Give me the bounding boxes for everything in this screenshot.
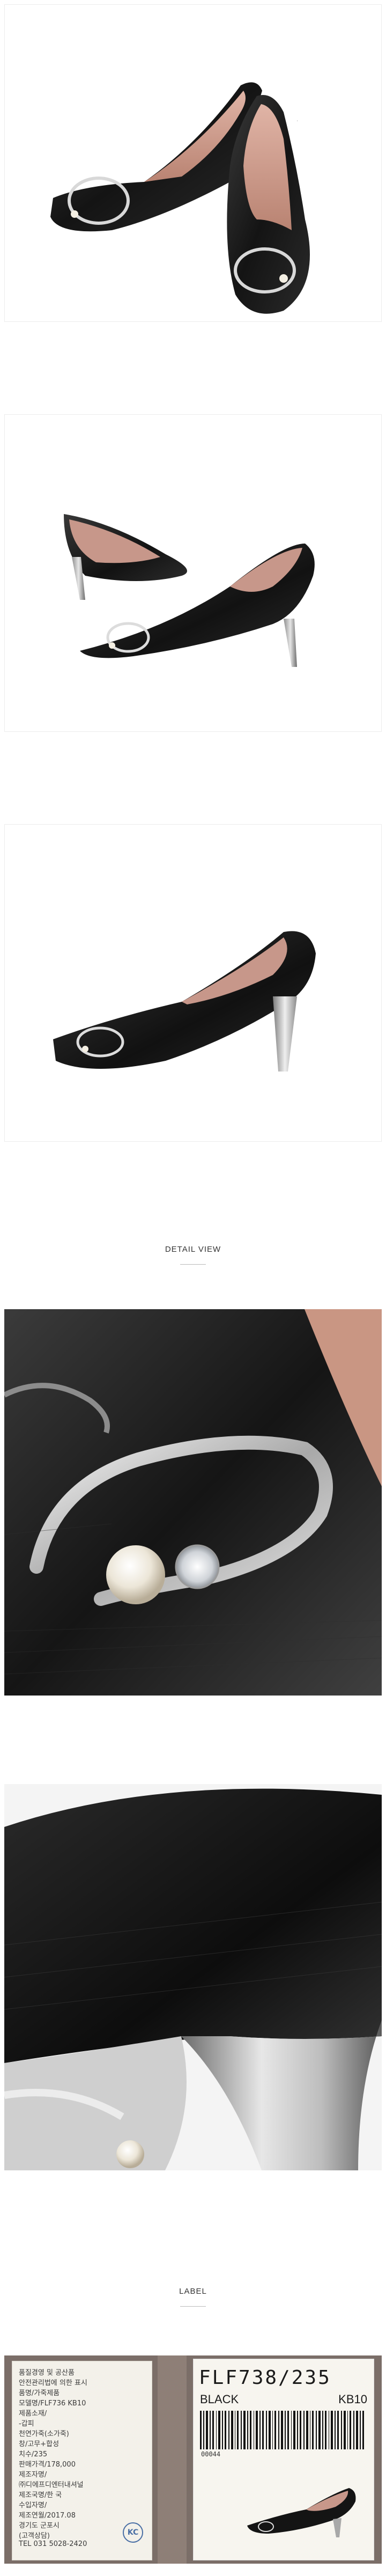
label-line: (고객상담) <box>19 2532 50 2540</box>
label-line: -갑피 <box>19 2420 34 2428</box>
shoe-thumbnail-image <box>247 2488 356 2537</box>
label-line: 제조국명/한 국 <box>19 2491 62 2499</box>
label-line: 안전관리법에 의한 표시 <box>19 2379 87 2387</box>
barcode-number: 00044 <box>201 2450 221 2458</box>
label-line: 제품소재/ <box>19 2410 47 2418</box>
product-tag: FLF738/235 BLACK KB10 00044 <box>193 2359 374 2560</box>
product-photo-3 <box>4 824 382 1142</box>
label-line: 경기도 군포시 <box>19 2522 60 2530</box>
shoe-pair-side-image <box>64 514 315 667</box>
label-photo: 품질경영 및 공산품 안전관리법에 의한 표시 품명/가죽제품 모델명/FLF7… <box>4 2355 382 2564</box>
label-strap <box>158 2355 187 2564</box>
label-line: 수입자명/ <box>19 2501 47 2509</box>
product-photo-2 <box>4 414 382 732</box>
svg-text:.: . <box>296 119 301 122</box>
label-line: 창/고무+합성 <box>19 2440 60 2448</box>
label-line: TEL 031 5028-2420 <box>19 2540 87 2548</box>
label-line: 치수/235 <box>19 2450 48 2458</box>
care-label-tag: 품질경영 및 공산품 안전관리법에 의한 표시 품명/가죽제품 모델명/FLF7… <box>12 2361 152 2560</box>
label-line: 제조연월/2017.08 <box>19 2512 76 2520</box>
color-label: BLACK <box>200 2392 239 2406</box>
detail-photo-heel <box>4 1784 382 2170</box>
label-line: 제조자명/ <box>19 2471 47 2479</box>
label-line: 품질경영 및 공산품 <box>19 2369 75 2377</box>
label-line: 천연가죽(소가죽) <box>19 2430 69 2438</box>
label-line: 모델명/FLF736 KB10 <box>19 2399 86 2408</box>
detail-view-divider <box>180 1264 206 1265</box>
heel-closeup-image <box>4 1784 382 2170</box>
label-heading: LABEL <box>179 2287 207 2296</box>
label-line: 판매가격/178,000 <box>19 2461 76 2469</box>
size-code-label: KB10 <box>338 2392 367 2406</box>
product-photo-1: . <box>4 4 382 322</box>
detail-view-heading: DETAIL VIEW <box>165 1245 221 1254</box>
label-line: ㈜디에프디엔터내셔널 <box>19 2481 84 2489</box>
detail-photo-buckle <box>4 1309 382 1696</box>
barcode-icon <box>200 2411 364 2449</box>
shoe-single-side-image <box>53 931 316 1072</box>
model-code: FLF738/235 <box>199 2367 331 2389</box>
buckle-closeup-image <box>4 1309 382 1696</box>
label-divider <box>180 2306 206 2307</box>
kc-mark-icon: KC <box>123 2522 143 2543</box>
shoe-pair-image: . <box>50 82 310 314</box>
label-line: 품명/가죽제품 <box>19 2389 60 2397</box>
